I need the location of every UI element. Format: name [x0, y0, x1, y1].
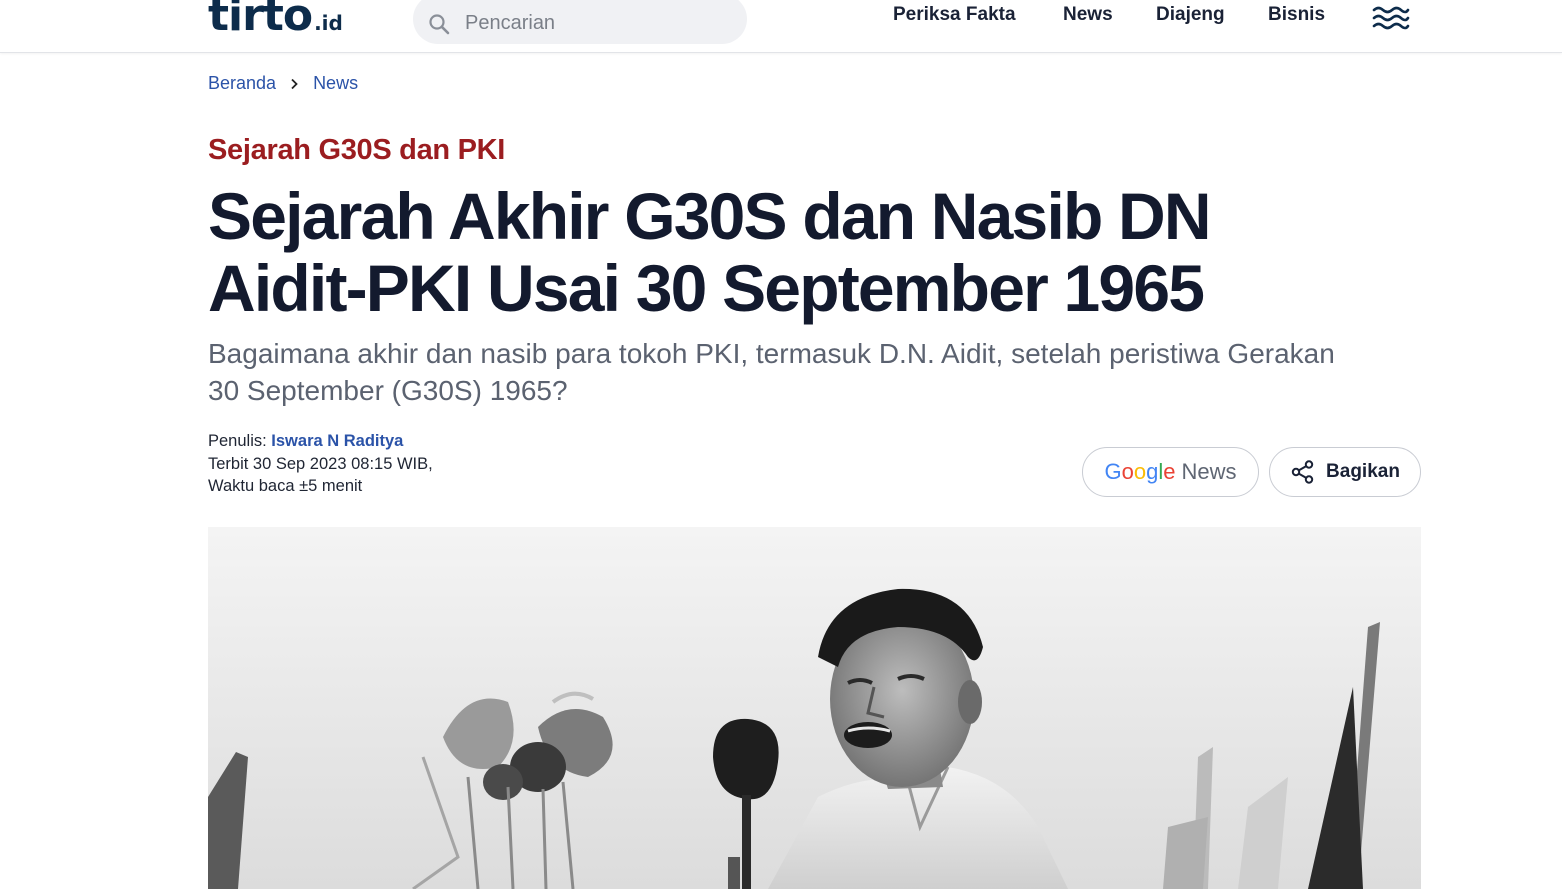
author-line: Penulis: Iswara N Raditya — [208, 430, 433, 453]
share-label: Bagikan — [1326, 461, 1400, 482]
share-icon — [1291, 460, 1314, 484]
menu-waves-icon[interactable] — [1372, 4, 1410, 34]
article-kicker[interactable]: Sejarah G30S dan PKI — [208, 134, 505, 167]
article-subtitle: Bagaimana akhir dan nasib para tokoh PKI… — [208, 338, 1335, 406]
logo-suffix-text: .id — [314, 11, 343, 35]
nav-bisnis[interactable]: Bisnis — [1268, 4, 1325, 26]
google-letter: e — [1163, 459, 1176, 484]
article-meta: Penulis: Iswara N Raditya Terbit 30 Sep … — [208, 430, 433, 498]
breadcrumb-news[interactable]: News — [313, 73, 358, 94]
read-time: Waktu baca ±5 menit — [208, 477, 363, 495]
nav-news[interactable]: News — [1063, 4, 1113, 26]
tirto-logo[interactable]: tirto .id — [208, 0, 343, 42]
google-letter: o — [1133, 459, 1147, 484]
search-box[interactable] — [413, 0, 747, 44]
google-letter: g — [1146, 459, 1159, 484]
share-button[interactable]: Bagikan — [1269, 447, 1421, 497]
breadcrumb-beranda[interactable]: Beranda — [208, 73, 276, 94]
search-icon — [429, 14, 450, 35]
nav-periksa-fakta[interactable]: Periksa Fakta — [893, 4, 1016, 26]
breadcrumb: Beranda News — [208, 73, 358, 94]
article-title: Sejarah Akhir G30S dan Nasib DN Aidit-PK… — [208, 179, 1212, 325]
author-label: Penulis: — [208, 432, 267, 450]
logo-main-text: tirto — [208, 0, 313, 41]
publish-date: Terbit 30 Sep 2023 08:15 WIB, — [208, 454, 433, 473]
google-logo-text: Google — [1104, 459, 1175, 485]
nav-diajeng[interactable]: Diajeng — [1156, 4, 1225, 26]
top-navbar: tirto .id Periksa Fakta News Diajeng Bis… — [0, 0, 1562, 53]
hero-image — [208, 527, 1421, 889]
google-news-label: News — [1181, 459, 1237, 484]
google-news-button[interactable]: Google News — [1082, 447, 1259, 497]
search-input[interactable] — [465, 11, 725, 35]
hero-photo — [208, 527, 1421, 889]
chevron-right-icon — [291, 78, 298, 89]
author-name-link[interactable]: Iswara N Raditya — [271, 432, 403, 450]
google-letter: o — [1121, 459, 1134, 484]
google-letter: G — [1104, 459, 1122, 484]
